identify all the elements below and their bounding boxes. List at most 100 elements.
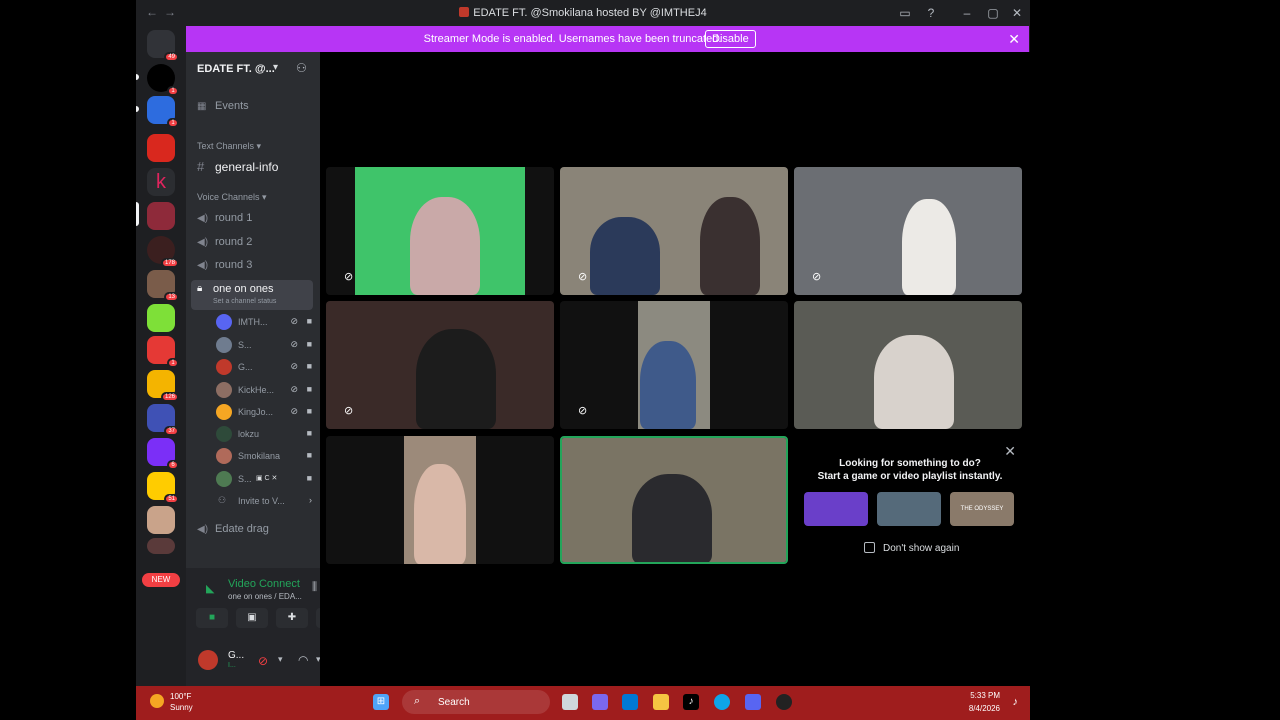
taskbar: 100°F Sunny ⊞ ⌕ Search ♪ 5:33 PM 8/4/202… (136, 686, 1030, 720)
voice-channel-edate-drag[interactable]: ◀) Edate drag (197, 523, 269, 535)
banner-text: Streamer Mode is enabled. Usernames have… (423, 33, 722, 45)
mic-muted-icon[interactable]: ⊘ (258, 654, 268, 668)
task-view-icon[interactable] (562, 694, 578, 710)
add-member-icon[interactable]: ⚇ (296, 61, 307, 75)
camera-button[interactable]: ■ (196, 608, 228, 628)
activities-button[interactable]: ✚ (276, 608, 308, 628)
server-icon-red[interactable] (147, 134, 175, 162)
taskbar-search[interactable]: ⌕ Search (402, 690, 550, 714)
video-tile-speaking[interactable] (560, 436, 788, 564)
server-icon-oc[interactable]: 1 (147, 64, 179, 96)
voice-user[interactable]: lokzu ■ (216, 424, 312, 444)
video-tile[interactable] (326, 436, 554, 564)
voice-channel-round-1[interactable]: ◀) round 1 (197, 212, 252, 224)
mic-muted-icon: ⊘ (578, 271, 588, 283)
help-icon[interactable]: ? (922, 4, 940, 22)
activity-card[interactable] (804, 492, 868, 526)
server-icon-k[interactable]: k (147, 168, 175, 196)
chevron-down-icon[interactable]: ▾ (273, 62, 278, 73)
voice-user[interactable]: G... ⊘ ■ (216, 357, 312, 377)
disable-streamer-mode-button[interactable]: Disable (705, 30, 756, 48)
server-icon-photo-2[interactable] (147, 506, 175, 534)
maximize-button[interactable]: ▢ (984, 4, 1002, 22)
voice-channel-round-3[interactable]: ◀) round 3 (197, 259, 252, 271)
notification-bell-icon[interactable]: ♪ (1013, 696, 1019, 708)
user-name: G... (228, 650, 245, 661)
voice-user[interactable]: S... ⊘ ■ (216, 335, 312, 355)
voice-connection-panel: ◣ Video Connect one on ones / EDA... ⫼ ☎… (186, 568, 352, 638)
weather-condition[interactable]: Sunny (170, 703, 193, 712)
file-explorer-icon[interactable] (653, 694, 669, 710)
server-icon-blue[interactable]: 1 (147, 96, 179, 128)
clock-date[interactable]: 8/4/2026 (969, 704, 1000, 713)
video-tile[interactable]: ⊘ (326, 301, 554, 429)
avatar (216, 426, 232, 442)
new-badge[interactable]: NEW (142, 573, 180, 587)
video-tile[interactable]: ⊘ (326, 167, 554, 295)
noise-suppression-icon[interactable]: ⫼ (312, 581, 317, 594)
voice-user[interactable]: S... ▣ C ✕ ■ (216, 469, 312, 489)
server-icon-yellow[interactable]: 126 (147, 370, 179, 402)
mic-muted-icon: ⊘ (290, 384, 298, 394)
channel-general-info[interactable]: # general-info (197, 159, 278, 174)
weather-sun-icon[interactable] (150, 694, 164, 708)
discord-taskbar-icon[interactable] (745, 694, 761, 710)
clock-time[interactable]: 5:33 PM (970, 691, 1000, 700)
voice-channel-round-2[interactable]: ◀) round 2 (197, 236, 252, 248)
user-avatar[interactable] (198, 650, 218, 670)
title-bar: ← → EDATE FT. @Smokilana hosted BY @IMTH… (136, 0, 1030, 26)
server-icon-green[interactable] (147, 304, 175, 332)
start-windows-icon[interactable]: ⊞ (373, 694, 389, 710)
weather-temperature[interactable]: 100°F (170, 692, 191, 701)
suggestion-subtitle: Start a game or video playlist instantly… (817, 471, 1003, 482)
server-icon-red-2[interactable]: 1 (147, 336, 179, 368)
avatar (216, 337, 232, 353)
signal-icon[interactable]: ◣ (206, 582, 214, 595)
checkbox-icon[interactable] (864, 542, 875, 553)
banner-close-icon[interactable]: ✕ (1008, 31, 1020, 48)
server-icon-purple[interactable]: 6 (147, 438, 179, 470)
inbox-icon[interactable]: ▭ (896, 4, 914, 22)
video-tile[interactable] (794, 301, 1022, 429)
video-tile[interactable]: ⊘ (794, 167, 1022, 295)
voice-user[interactable]: KickHe... ⊘ ■ (216, 380, 312, 400)
server-icon-emoji[interactable]: 51 (147, 472, 179, 504)
screen-share-button[interactable]: ▣ (236, 608, 268, 628)
server-icon-flag[interactable]: 37 (147, 404, 179, 436)
video-tile[interactable]: ⊘ (560, 301, 788, 429)
voice-user[interactable]: IMTH... ⊘ ■ (216, 312, 312, 332)
minimize-button[interactable]: – (958, 4, 976, 22)
invite-to-voice[interactable]: ⚇ Invite to V... › (216, 491, 312, 511)
voice-user[interactable]: Smokilana ■ (216, 446, 312, 466)
events-item[interactable]: ▦ Events (197, 100, 249, 112)
headphones-icon[interactable]: ◠ (298, 653, 308, 667)
server-header[interactable]: EDATE FT. @... ▾ ⚇ (186, 52, 320, 86)
edge-icon[interactable] (714, 694, 730, 710)
speaker-icon: ◀) (197, 237, 209, 248)
mic-muted-icon: ⊘ (578, 405, 588, 417)
chrome-icon[interactable] (776, 694, 792, 710)
server-icon-partial[interactable] (147, 538, 175, 554)
teams-icon[interactable] (592, 694, 608, 710)
participant (410, 197, 480, 295)
voice-channel-one-on-ones[interactable]: 🔒︎ one on ones Set a channel status (191, 280, 313, 310)
dont-show-again-checkbox[interactable]: Don't show again (864, 542, 959, 554)
chevron-down-icon[interactable]: ▾ (278, 654, 283, 665)
channel-status[interactable]: Set a channel status (213, 298, 276, 305)
server-icon-edate[interactable] (147, 202, 175, 230)
tiktok-icon[interactable]: ♪ (683, 694, 699, 710)
close-button[interactable]: ✕ (1008, 4, 1026, 22)
copilot-icon[interactable] (622, 694, 638, 710)
text-channels-category[interactable]: Text Channels ▾ (197, 141, 261, 152)
activity-card[interactable] (877, 492, 941, 526)
activity-card[interactable]: THE ODYSSEY (950, 492, 1014, 526)
server-icon-photo[interactable]: 13 (147, 270, 179, 302)
voice-channel-path[interactable]: one on ones / EDA... (228, 592, 302, 601)
participant (416, 329, 496, 429)
avatar (216, 314, 232, 330)
voice-user[interactable]: KingJo... ⊘ ■ (216, 402, 312, 422)
video-tile[interactable]: ⊘ (560, 167, 788, 295)
voice-channels-category[interactable]: Voice Channels ▾ (197, 192, 267, 203)
direct-messages-icon[interactable]: 49 (147, 30, 179, 62)
server-icon-dark[interactable]: 178 (147, 236, 179, 268)
